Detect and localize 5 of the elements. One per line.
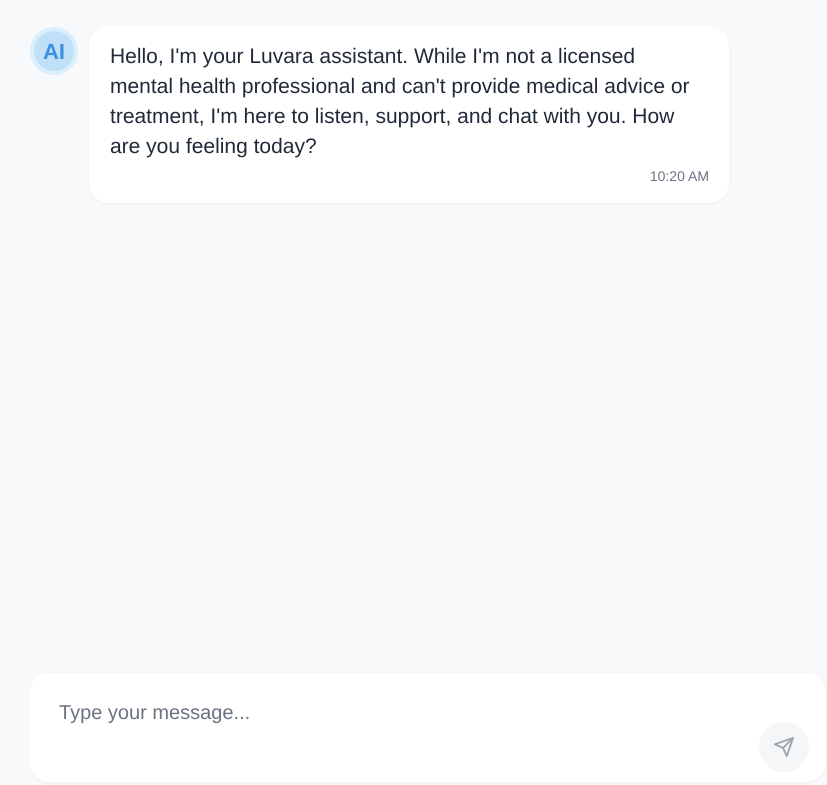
send-icon bbox=[774, 737, 794, 757]
message-time: 10:20 AM bbox=[650, 167, 709, 186]
message-text: Hello, I'm your Luvara assistant. While I'm not a licensed mental health professional and can't provide medical advice or treatment, I'm here to listen, support, and chat with you. How are you feeling today? bbox=[110, 44, 691, 160]
avatar: AI bbox=[30, 27, 78, 75]
message-input[interactable]: Type your message... bbox=[29, 673, 826, 782]
